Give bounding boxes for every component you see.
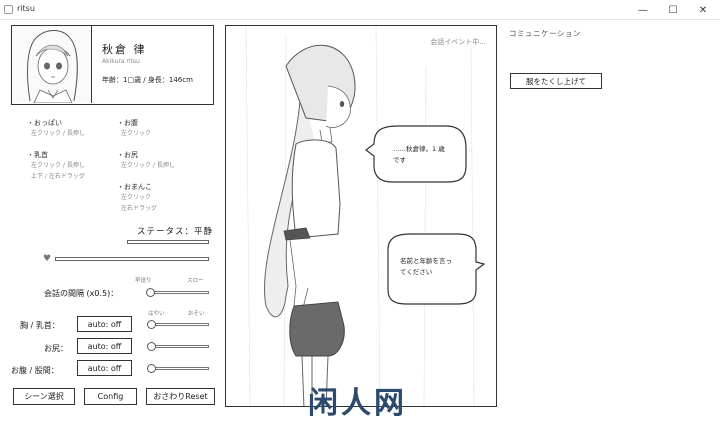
- window-title: ritsu: [17, 4, 35, 13]
- touch-reset-button[interactable]: おさわりReset: [146, 388, 215, 405]
- character-romaji: Akikura ritsu: [102, 58, 140, 65]
- speed-slow-label: おそい: [188, 311, 205, 317]
- communication-label: コミュニケーション: [509, 29, 581, 38]
- belly-speed-knob[interactable]: [147, 364, 157, 373]
- belly-control-label: お腹 / 股間：: [11, 366, 59, 375]
- interval-label: 会話の間隔 (x0.5)：: [44, 289, 119, 298]
- touch-area-hint: 左右ドラッグ: [121, 205, 158, 212]
- profile-card: 秋倉 律 Akikura ritsu 年齢：1□歳 / 身長：146cm: [11, 25, 214, 105]
- touch-area-hint: 左クリック / 長押し: [121, 162, 175, 169]
- chest-control-label: 胸 / 乳首：: [20, 321, 60, 330]
- minimize-button[interactable]: —: [628, 0, 658, 20]
- interval-slow-label: スロー: [187, 278, 204, 284]
- maximize-button[interactable]: ☐: [658, 0, 688, 20]
- interval-slider-knob[interactable]: [146, 288, 156, 297]
- speed-fast-label: はやい: [148, 311, 165, 317]
- character-portrait: [12, 26, 92, 103]
- chest-auto-field[interactable]: auto: off: [77, 316, 132, 332]
- character-info: 年齢：1□歳 / 身長：146cm: [102, 76, 193, 84]
- close-button[interactable]: ✕: [688, 0, 718, 20]
- touch-area-hint: 左クリック: [121, 194, 152, 201]
- watermark-text: 闲人网: [308, 386, 407, 421]
- touch-area-label: ・お尻: [117, 151, 138, 159]
- touch-area-hint: 左クリック / 長押し: [31, 162, 85, 169]
- title-bar: ritsu — ☐ ✕: [0, 0, 720, 20]
- stage-status-text: 会話イベント中...: [430, 38, 486, 46]
- speech-bubble-player: 名前と年齢を言っ てください: [400, 257, 452, 276]
- touch-area-label: ・おっぱい: [27, 119, 62, 127]
- hip-speed-slider[interactable]: [148, 345, 209, 348]
- belly-auto-field[interactable]: auto: off: [77, 360, 132, 376]
- hip-control-label: お尻：: [44, 344, 68, 353]
- hip-auto-field[interactable]: auto: off: [77, 338, 132, 354]
- touch-area-label: ・乳首: [27, 151, 48, 159]
- touch-area-hint: 左クリック / 長押し: [31, 130, 85, 137]
- speech-bubble-character: ……秋倉律。1 歳 です: [393, 145, 445, 164]
- touch-area-label: ・お腹: [117, 119, 138, 127]
- touch-area-hint: 左クリック: [121, 130, 152, 137]
- chest-speed-knob[interactable]: [147, 320, 157, 329]
- lift-clothes-button[interactable]: 服をたくし上げて: [510, 73, 602, 89]
- interval-slider[interactable]: [148, 291, 209, 294]
- heart-icon: ♥: [43, 254, 52, 264]
- chest-speed-slider[interactable]: [148, 323, 209, 326]
- touch-area-label: ・おまんこ: [117, 183, 152, 191]
- config-button[interactable]: Config: [84, 388, 137, 405]
- scene-select-button[interactable]: シーン選択: [13, 388, 75, 405]
- status-bar: [127, 240, 209, 244]
- touch-area-hint: 上下 / 左右ドラッグ: [31, 173, 85, 180]
- belly-speed-slider[interactable]: [148, 367, 209, 370]
- hip-speed-knob[interactable]: [147, 342, 157, 351]
- app-icon: [4, 5, 13, 14]
- status-label: ステータス：平静: [137, 227, 214, 237]
- character-stage[interactable]: 会話イベント中... ……秋倉律。1 歳 です 名前と年齢を言っ てください: [225, 25, 497, 407]
- character-illustration: [245, 26, 486, 406]
- interval-fast-label: 早送り: [135, 278, 152, 284]
- character-name: 秋倉 律: [102, 43, 147, 56]
- heart-gauge: [55, 257, 209, 261]
